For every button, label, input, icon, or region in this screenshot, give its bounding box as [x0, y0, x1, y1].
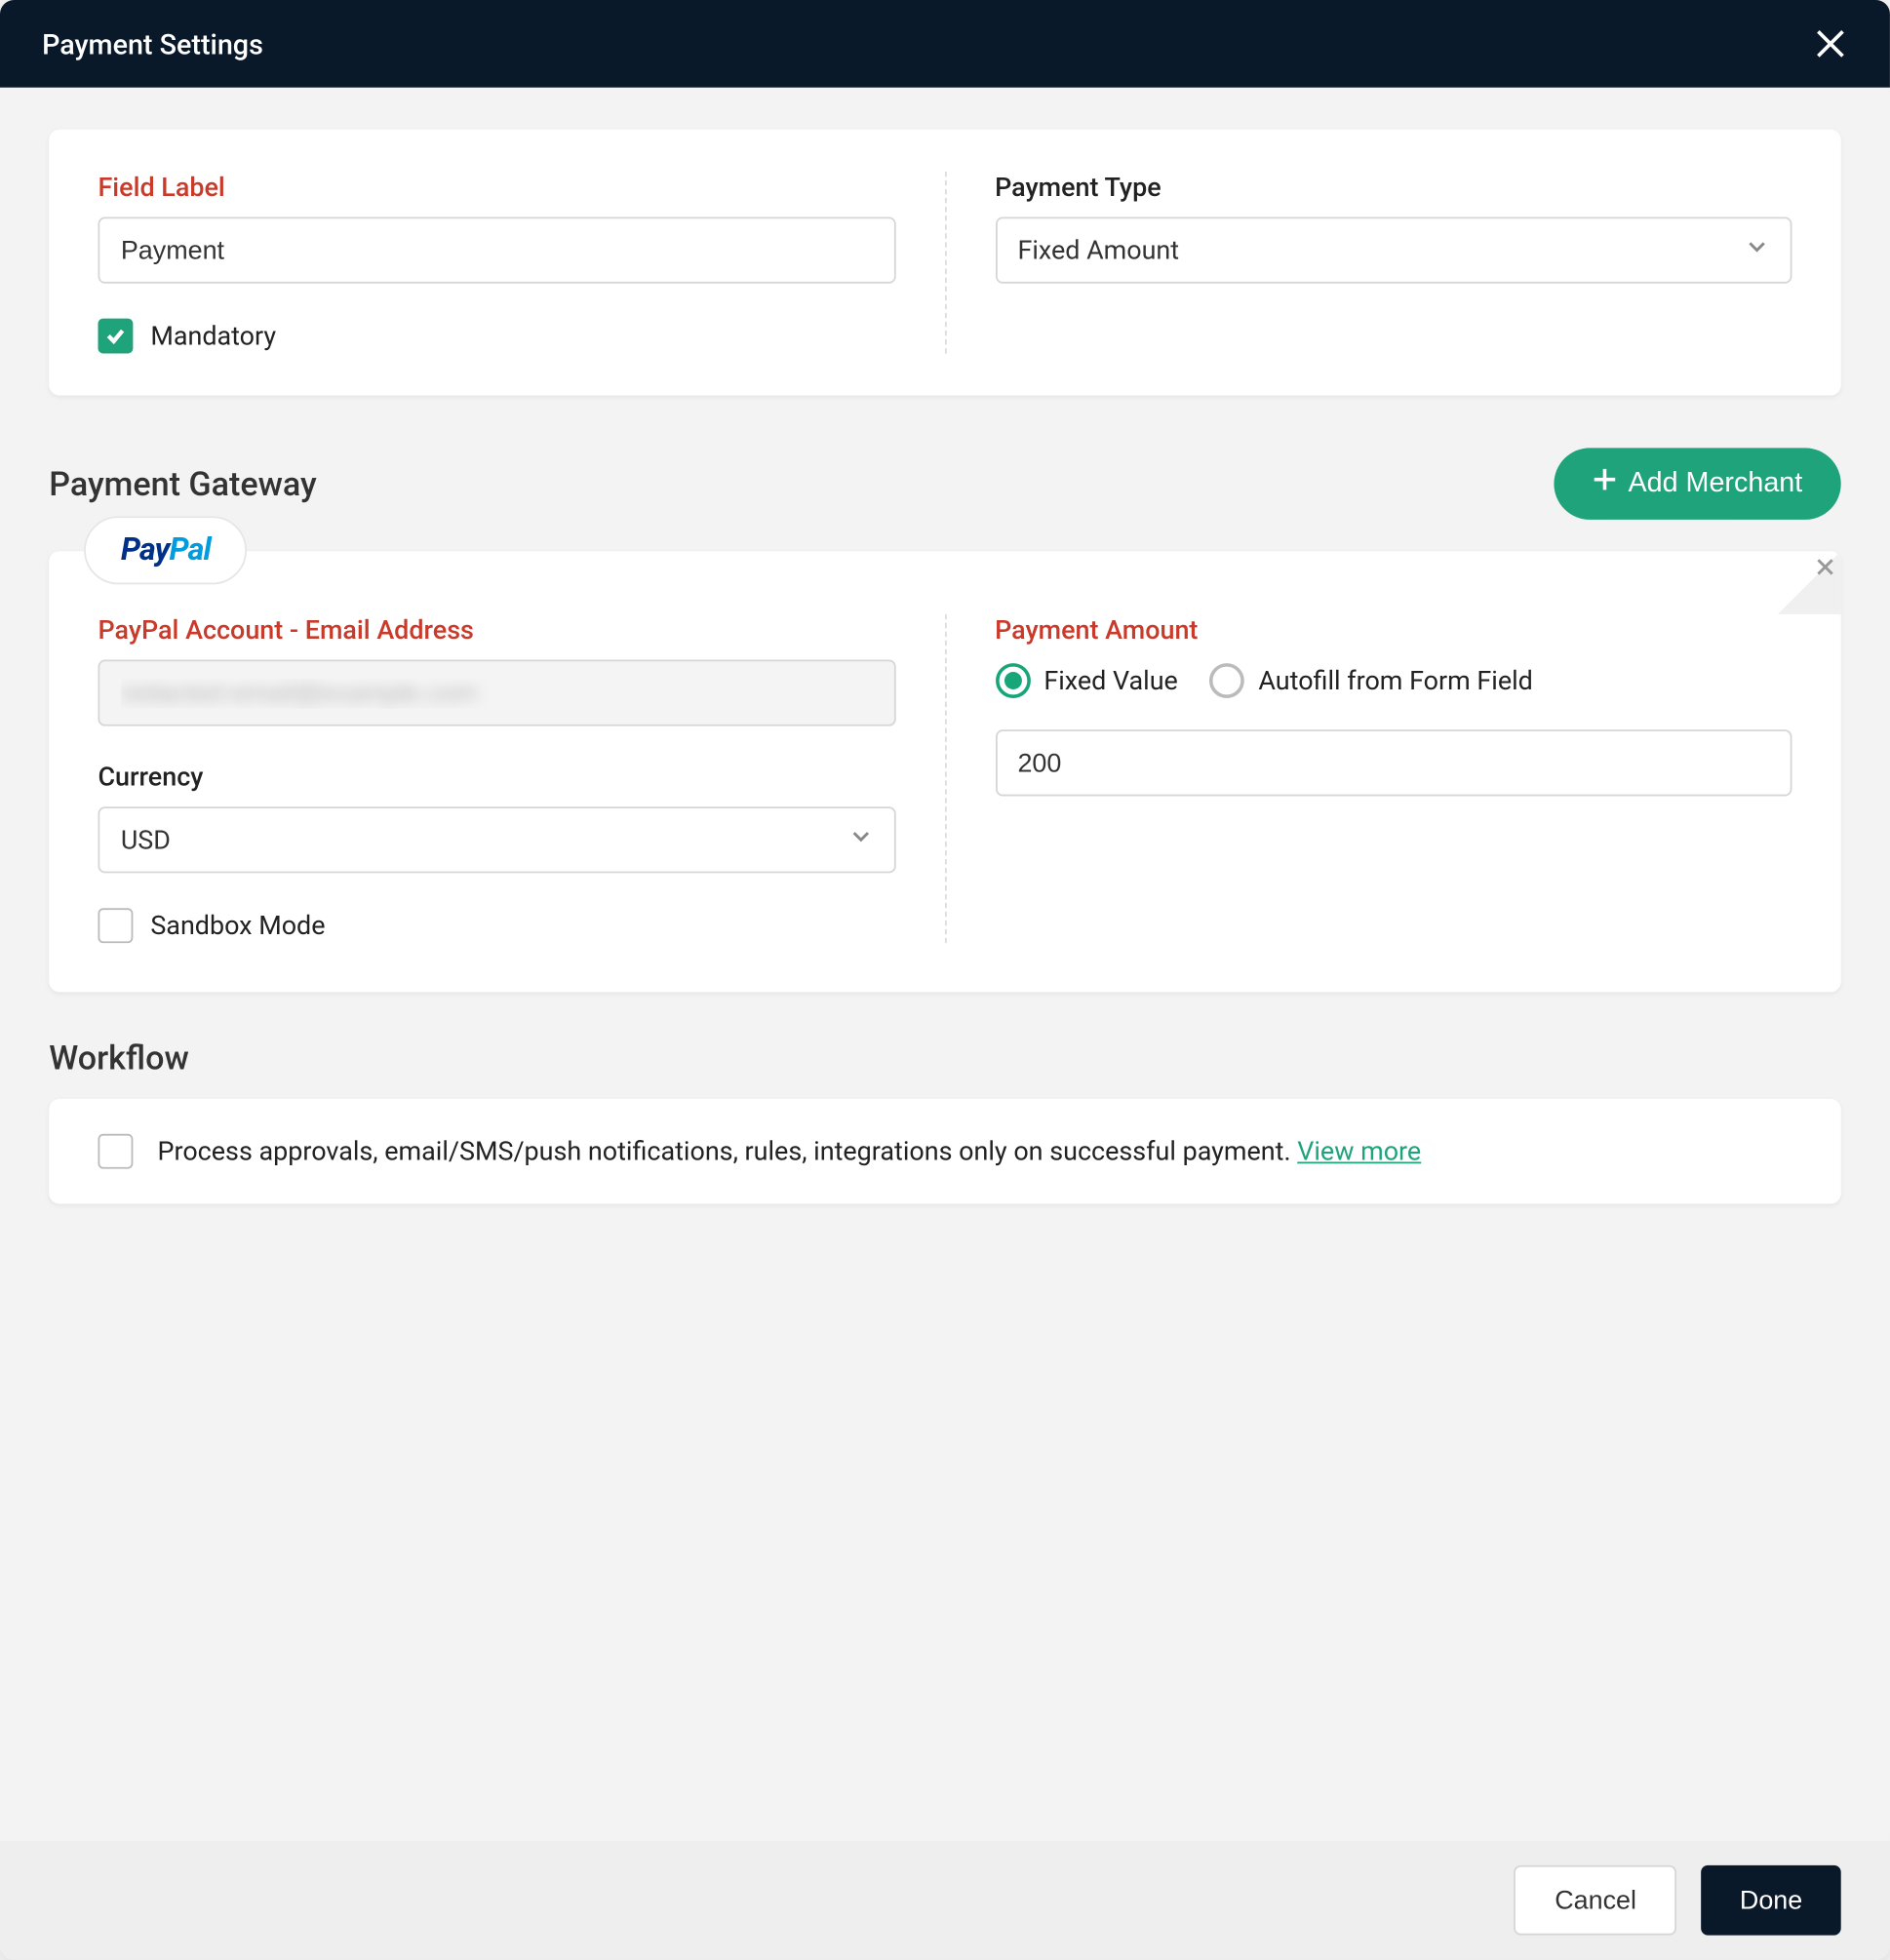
paypal-tab[interactable]: PayPal: [84, 516, 247, 584]
close-icon[interactable]: [1813, 26, 1848, 61]
workflow-title: Workflow: [49, 1038, 189, 1078]
paypal-account-label: PayPal Account - Email Address: [98, 614, 894, 646]
field-label-input[interactable]: [98, 217, 894, 284]
done-button[interactable]: Done: [1701, 1865, 1840, 1936]
radio-icon: [995, 663, 1030, 698]
view-more-link[interactable]: View more: [1297, 1136, 1421, 1167]
workflow-description: Process approvals, email/SMS/push notifi…: [157, 1136, 1297, 1167]
currency-label: Currency: [98, 762, 894, 793]
radio-icon: [1209, 663, 1244, 698]
currency-select[interactable]: USD: [98, 806, 894, 873]
payment-gateway-title: Payment Gateway: [49, 464, 317, 504]
payment-type-label: Payment Type: [995, 172, 1792, 203]
modal-title: Payment Settings: [42, 27, 263, 60]
workflow-checkbox[interactable]: [98, 1134, 133, 1169]
add-merchant-button[interactable]: Add Merchant: [1555, 448, 1841, 520]
mandatory-label: Mandatory: [150, 320, 276, 351]
add-merchant-label: Add Merchant: [1628, 468, 1802, 499]
fixed-value-radio[interactable]: Fixed Value: [995, 663, 1178, 698]
paypal-account-input[interactable]: [98, 659, 894, 725]
cancel-button[interactable]: Cancel: [1515, 1865, 1676, 1936]
workflow-card: Process approvals, email/SMS/push notifi…: [49, 1099, 1840, 1204]
field-label-label: Field Label: [98, 172, 894, 203]
workflow-text: Process approvals, email/SMS/push notifi…: [157, 1136, 1421, 1167]
remove-gateway-button[interactable]: [1778, 551, 1841, 614]
modal-footer: Cancel Done: [0, 1841, 1890, 1960]
paypal-logo-pay: Pay: [121, 531, 170, 568]
currency-value: USD: [121, 824, 171, 855]
payment-settings-modal: Payment Settings Field Label Mandatory: [0, 0, 1890, 1960]
paypal-logo-pal: Pal: [169, 531, 210, 568]
payment-type-value: Fixed Amount: [1017, 234, 1179, 265]
sandbox-checkbox[interactable]: [98, 908, 133, 943]
modal-header: Payment Settings: [0, 0, 1890, 88]
fixed-value-label: Fixed Value: [1043, 665, 1177, 696]
field-settings-card: Field Label Mandatory Payment Type Fixed…: [49, 130, 1840, 396]
chevron-down-icon: [847, 824, 872, 855]
chevron-down-icon: [1745, 234, 1769, 265]
payment-gateway-header: Payment Gateway Add Merchant: [49, 448, 1840, 520]
mandatory-checkbox[interactable]: [98, 319, 133, 354]
sandbox-label: Sandbox Mode: [150, 910, 325, 941]
paypal-gateway-card: PayPal PayPal Account - Email Address Cu…: [49, 551, 1840, 992]
payment-amount-label: Payment Amount: [995, 614, 1792, 646]
payment-amount-input[interactable]: [995, 729, 1792, 796]
payment-type-select[interactable]: Fixed Amount: [995, 217, 1792, 284]
plus-icon: [1594, 467, 1618, 500]
autofill-radio[interactable]: Autofill from Form Field: [1209, 663, 1533, 698]
autofill-label: Autofill from Form Field: [1258, 665, 1532, 696]
